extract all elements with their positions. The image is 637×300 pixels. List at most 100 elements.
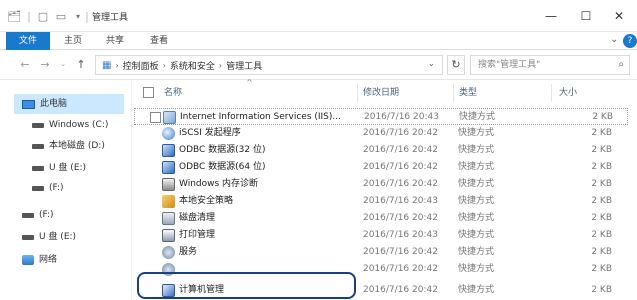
drive-icon	[22, 234, 34, 240]
file-size: 2 KB	[591, 285, 612, 295]
help-icon[interactable]: ?	[623, 34, 637, 48]
file-type: 快捷方式	[458, 162, 495, 172]
drive-icon	[32, 143, 44, 149]
column-divider[interactable]	[453, 84, 454, 102]
up-arrow-icon[interactable]: ↑	[74, 58, 88, 71]
breadcrumb-separator: ›	[162, 60, 166, 70]
shortcut-icon	[162, 263, 175, 276]
file-size: 2 KB	[591, 213, 612, 223]
file-row[interactable]: 2016/7/16 20:42 快捷方式 2 KB	[134, 261, 628, 278]
maximize-button[interactable]: ☐	[575, 6, 597, 26]
row-checkbox[interactable]	[150, 112, 161, 123]
forward-arrow-icon[interactable]: →	[38, 58, 52, 71]
nav-label: 此电脑	[40, 99, 68, 109]
nav-item-usb-e[interactable]: U 盘 (E:)	[32, 158, 86, 178]
ribbon-tabs: 文件 主页 共享 查看 ⌄ ?	[0, 32, 637, 50]
column-header-date[interactable]: 修改日期	[363, 84, 399, 102]
search-icon[interactable]: ⌕	[618, 56, 624, 74]
nav-label: U 盘 (E:)	[39, 232, 77, 242]
file-row[interactable]: 服务 2016/7/16 20:42 快捷方式 2 KB	[134, 244, 628, 261]
back-arrow-icon[interactable]: ←	[18, 58, 32, 71]
file-name: ODBC 数据源(32 位)	[179, 145, 266, 155]
nav-item-usb-e-root[interactable]: U 盘 (E:)	[22, 227, 76, 247]
file-type: 快捷方式	[458, 196, 495, 206]
file-row[interactable]: Internet Information Services (IIS)... 20…	[134, 108, 628, 125]
shortcut-icon	[162, 246, 175, 259]
file-date: 2016/7/16 20:42	[363, 285, 438, 295]
close-button[interactable]: ✕	[608, 6, 630, 26]
nav-item-drive-f-root[interactable]: (F:)	[22, 205, 54, 225]
divider: |	[27, 9, 31, 23]
column-divider[interactable]	[551, 84, 552, 102]
address-bar[interactable]: ▦ › 控制面板 › 系统和安全 › 管理工具	[95, 55, 443, 75]
recent-dropdown-icon[interactable]: ⌄	[56, 60, 70, 68]
breadcrumb-separator: ›	[115, 60, 119, 70]
tab-home[interactable]: 主页	[58, 32, 88, 50]
file-date: 2016/7/16 20:42	[363, 145, 438, 155]
file-name: Windows 内存诊断	[179, 179, 259, 189]
refresh-button[interactable]: ↻	[447, 55, 465, 75]
file-type: 快捷方式	[458, 230, 495, 240]
file-type: 快捷方式	[458, 145, 495, 155]
file-name: iSCSI 发起程序	[179, 128, 241, 138]
file-size: 2 KB	[591, 196, 612, 206]
tab-share[interactable]: 共享	[100, 32, 130, 50]
breadcrumb-system-security[interactable]: 系统和安全	[170, 59, 215, 72]
column-header-size[interactable]: 大小	[559, 84, 577, 102]
file-row[interactable]: 计算机管理 2016/7/16 20:42 快捷方式 2 KB	[134, 282, 628, 299]
navigation-pane: 此电脑 Windows (C:) 本地磁盘 (D:) U 盘 (E:) (F:)…	[0, 80, 132, 300]
column-divider[interactable]	[357, 84, 358, 102]
chevron-down-icon[interactable]: ⌄	[610, 34, 618, 45]
nav-label: 网络	[39, 255, 58, 265]
nav-item-windows-c[interactable]: Windows (C:)	[32, 115, 108, 135]
file-date: 2016/7/16 20:43	[363, 230, 438, 240]
select-all-checkbox[interactable]	[143, 87, 154, 98]
nav-item-local-disk-d[interactable]: 本地磁盘 (D:)	[32, 136, 105, 156]
sort-ascending-icon: ^	[246, 78, 253, 87]
tab-file[interactable]: 文件	[6, 32, 50, 50]
file-type: 快捷方式	[458, 264, 495, 274]
file-row[interactable]: ODBC 数据源(64 位) 2016/7/16 20:42 快捷方式 2 KB	[134, 159, 628, 176]
file-size: 2 KB	[591, 162, 612, 172]
file-size: 2 KB	[591, 179, 612, 189]
nav-item-drive-f[interactable]: (F:)	[32, 178, 64, 198]
quick-access-dropdown-icon[interactable]: ▾	[72, 8, 84, 24]
file-row[interactable]: 本地安全策略 2016/7/16 20:43 快捷方式 2 KB	[134, 193, 628, 210]
file-name: 本地安全策略	[179, 196, 234, 206]
file-row[interactable]: 磁盘清理 2016/7/16 20:42 快捷方式 2 KB	[134, 210, 628, 227]
file-size: 2 KB	[591, 264, 612, 274]
file-date: 2016/7/16 20:42	[363, 247, 438, 257]
properties-icon[interactable]: ▢	[36, 8, 50, 24]
file-size: 2 KB	[591, 145, 612, 155]
column-header-type[interactable]: 类型	[459, 84, 477, 102]
nav-item-this-pc[interactable]: 此电脑	[14, 94, 124, 114]
minimize-button[interactable]: —	[540, 6, 562, 26]
file-size: 2 KB	[592, 112, 613, 122]
search-input[interactable]: 搜索"管理工具" ⌕	[470, 55, 630, 75]
tab-view[interactable]: 查看	[144, 32, 174, 50]
file-row[interactable]: iSCSI 发起程序 2016/7/16 20:42 快捷方式 2 KB	[134, 125, 628, 142]
file-date: 2016/7/16 20:43	[363, 196, 438, 206]
nav-item-network[interactable]: 网络	[22, 250, 57, 270]
file-name: 服务	[179, 247, 198, 257]
shortcut-icon	[163, 111, 176, 124]
file-name: ODBC 数据源(64 位)	[179, 162, 266, 172]
file-row[interactable]: 打印管理 2016/7/16 20:43 快捷方式 2 KB	[134, 227, 628, 244]
file-date: 2016/7/16 20:42	[363, 128, 438, 138]
search-placeholder: 搜索"管理工具"	[478, 60, 541, 70]
breadcrumb-control-panel[interactable]: 控制面板	[123, 59, 159, 72]
app-icon[interactable]: 🗂	[6, 8, 22, 24]
file-date: 2016/7/16 20:42	[363, 213, 438, 223]
column-header-name[interactable]: 名称	[164, 84, 182, 102]
file-type: 快捷方式	[458, 285, 495, 295]
drive-icon	[32, 165, 44, 171]
file-name: 计算机管理	[179, 285, 225, 295]
address-dropdown-icon[interactable]: ⌄	[428, 59, 435, 68]
shortcut-icon	[162, 195, 175, 208]
file-row[interactable]: ODBC 数据源(32 位) 2016/7/16 20:42 快捷方式 2 KB	[134, 142, 628, 159]
breadcrumb-admin-tools[interactable]: 管理工具	[226, 59, 262, 72]
refresh-icon: ↻	[451, 58, 461, 71]
new-folder-icon[interactable]: ▭	[54, 8, 68, 24]
file-row[interactable]: Windows 内存诊断 2016/7/16 20:42 快捷方式 2 KB	[134, 176, 628, 193]
file-date: 2016/7/16 20:43	[364, 112, 439, 122]
